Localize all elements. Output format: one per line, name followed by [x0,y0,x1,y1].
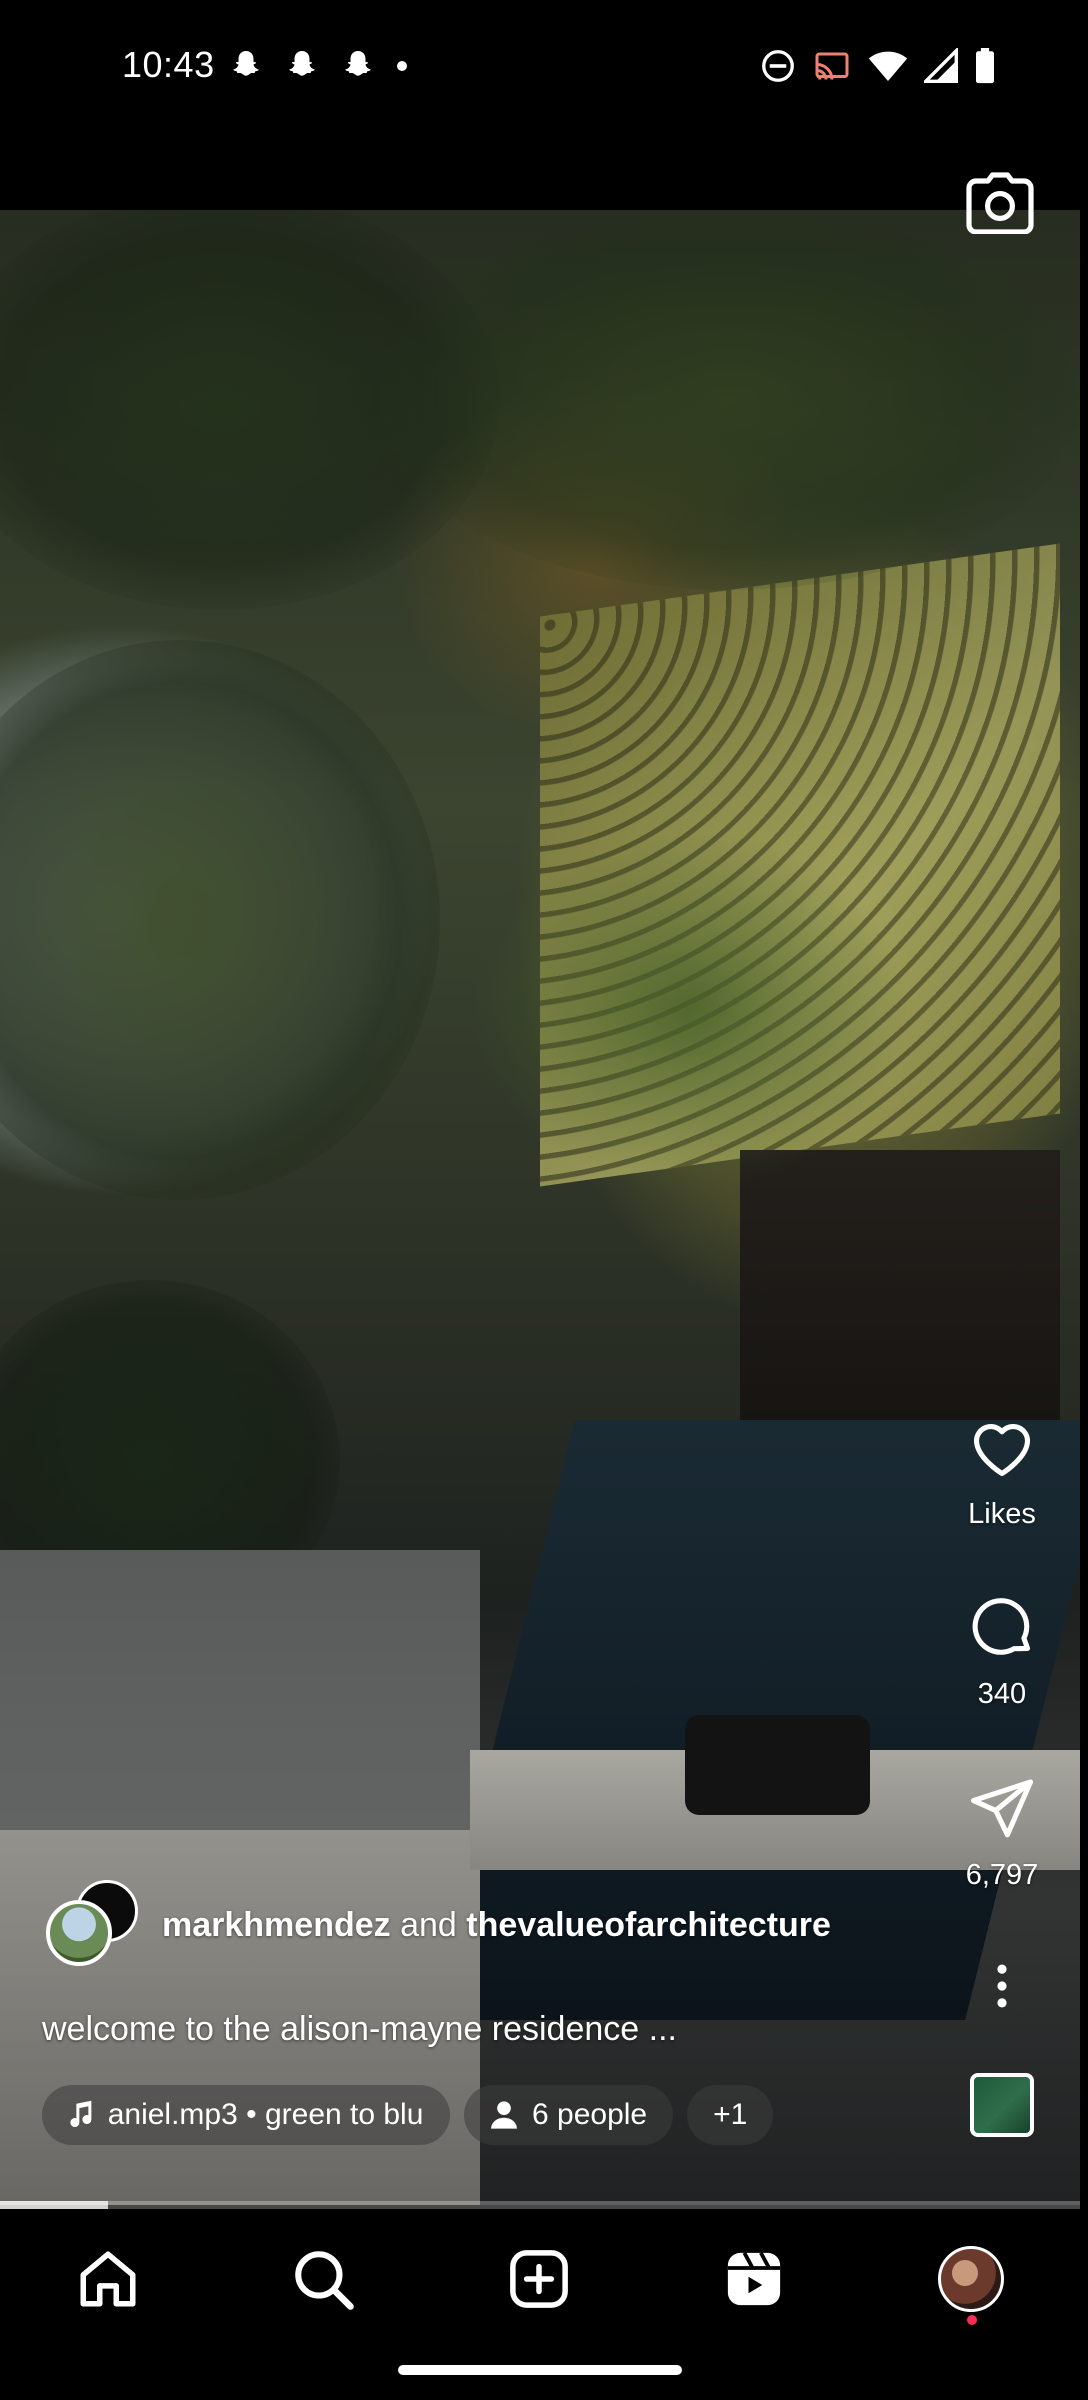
comment-icon[interactable] [966,1592,1038,1664]
nav-home[interactable] [70,2241,146,2317]
share-count: 6,797 [965,1859,1039,1891]
send-icon[interactable] [966,1773,1038,1845]
comment-action[interactable]: 340 [960,1592,1044,1711]
avatar[interactable] [46,1900,112,1966]
search-icon[interactable] [290,2246,356,2312]
like-label: Likes [968,1498,1036,1530]
reel-pills: aniel.mp3 • green to blu 6 people +1 [42,2085,774,2145]
camera-icon[interactable] [966,172,1034,234]
like-action[interactable]: Likes [960,1412,1044,1531]
signal-icon [924,48,958,83]
bottom-nav [0,2209,1088,2400]
battery-icon [976,48,994,84]
video-progress-bar[interactable] [0,2201,1080,2209]
nav-search[interactable] [285,2241,361,2317]
status-bar: 10:43 [0,0,1088,135]
home-indicator[interactable] [398,2365,682,2375]
nav-reels[interactable] [716,2241,792,2317]
audio-pill[interactable]: aniel.mp3 • green to blu [42,2085,450,2145]
person-icon [491,2101,517,2129]
audio-thumbnail[interactable] [970,2073,1034,2137]
audio-title: aniel.mp3 • green to blu [107,2098,424,2131]
snapchat-icon [289,51,315,76]
more-tags-pill[interactable]: +1 [687,2085,774,2145]
collaborator-username[interactable]: thevalueofarchitecture [466,1906,831,1944]
cast-icon [815,52,849,80]
notification-icons [228,48,408,84]
status-time: 10:43 [122,44,215,85]
reel-caption[interactable]: welcome to the alison-mayne residence ..… [42,2010,677,2049]
author-conjunction: and [400,1906,457,1944]
music-note-icon [70,2100,92,2128]
author-names[interactable]: markhmendez and thevalueofarchitecture [162,1906,831,1945]
video-progress-fill [0,2201,108,2209]
home-icon[interactable] [75,2246,141,2312]
heart-icon[interactable] [966,1412,1038,1484]
author-avatars[interactable] [46,1880,142,1970]
people-tag-pill[interactable]: 6 people [464,2085,674,2145]
share-action[interactable]: 6,797 [960,1773,1044,1892]
notification-dot [967,2315,977,2325]
nav-profile[interactable] [933,2241,1009,2317]
profile-avatar[interactable] [938,2246,1004,2312]
people-count: 6 people [532,2098,648,2131]
nav-create[interactable] [501,2241,577,2317]
do-not-disturb-icon [762,50,794,82]
more-tags-count: +1 [713,2098,748,2131]
wifi-icon [868,51,908,81]
create-icon[interactable] [506,2246,572,2312]
snapchat-icon [233,51,259,76]
more-options-icon[interactable] [985,1963,1019,2009]
author-username[interactable]: markhmendez [162,1906,391,1944]
snapchat-icon [345,51,371,76]
system-icons [760,48,996,84]
dot-icon [397,61,407,71]
reels-icon[interactable] [721,2246,787,2312]
comment-count: 340 [977,1678,1027,1710]
